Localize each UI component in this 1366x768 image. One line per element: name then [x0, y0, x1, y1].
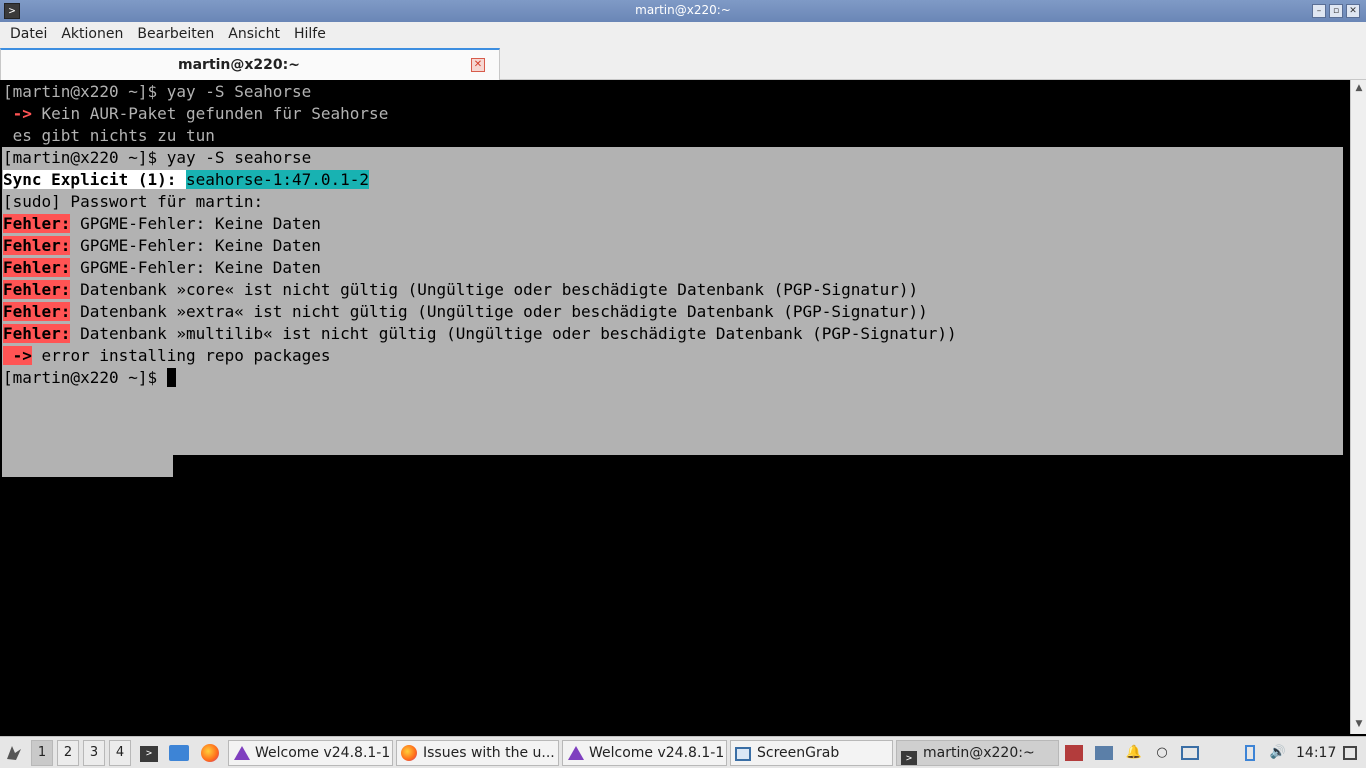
error-label: Fehler:	[3, 302, 71, 321]
terminal-line: Fehler: GPGME-Fehler: Keine Daten	[3, 214, 321, 233]
menu-bar: Datei Aktionen Bearbeiten Ansicht Hilfe	[0, 22, 1366, 46]
tab-close-icon[interactable]: ✕	[471, 58, 485, 72]
app-menu-icon[interactable]	[2, 740, 26, 766]
workspace-3[interactable]: 3	[83, 740, 105, 766]
terminal-launcher-icon[interactable]: >	[137, 740, 161, 766]
tab-terminal[interactable]: martin@x220:~ ✕	[0, 48, 500, 80]
error-label: Fehler:	[3, 258, 71, 277]
terminal-scrollbar[interactable]: ▲ ▼	[1350, 80, 1366, 734]
endeavouros-icon	[567, 745, 585, 761]
terminal-cursor	[166, 368, 176, 387]
network-icon[interactable]	[1094, 740, 1114, 766]
taskbar: 1 2 3 4 > Welcome v24.8.1-1 Issues with …	[0, 736, 1366, 768]
scroll-down-icon[interactable]: ▼	[1353, 718, 1365, 730]
menu-aktionen[interactable]: Aktionen	[54, 26, 130, 42]
workspace-2[interactable]: 2	[57, 740, 79, 766]
terminal-line: [martin@x220 ~]$ yay -S Seahorse	[3, 82, 312, 101]
terminal-line: [martin@x220 ~]$	[3, 367, 176, 389]
scroll-up-icon[interactable]: ▲	[1353, 82, 1365, 94]
menu-hilfe[interactable]: Hilfe	[287, 26, 333, 42]
error-label: Fehler:	[3, 214, 71, 233]
terminal-line: -> error installing repo packages	[3, 346, 331, 365]
firefox-launcher-icon[interactable]	[198, 740, 222, 766]
tab-label: martin@x220:~	[178, 57, 300, 73]
arrow-label: ->	[3, 346, 32, 365]
sync-explicit-label: Sync Explicit (1):	[3, 170, 177, 189]
task-welcome-2[interactable]: Welcome v24.8.1-1	[562, 740, 727, 766]
clock[interactable]: 14:17	[1296, 740, 1336, 766]
tab-bar: martin@x220:~ ✕	[0, 46, 1366, 80]
menu-ansicht[interactable]: Ansicht	[221, 26, 287, 42]
firewall-icon[interactable]	[1064, 740, 1084, 766]
show-desktop-icon[interactable]	[1340, 740, 1360, 766]
task-terminal[interactable]: > martin@x220:~	[896, 740, 1059, 766]
error-label: Fehler:	[3, 280, 71, 299]
minimize-icon[interactable]: –	[1312, 4, 1326, 18]
selection-highlight-tail	[2, 455, 173, 477]
terminal-line: Fehler: Datenbank »extra« ist nicht gült…	[3, 302, 928, 321]
terminal-line: Fehler: Datenbank »multilib« ist nicht g…	[3, 324, 957, 343]
notification-bell-icon[interactable]: 🔔	[1124, 740, 1144, 766]
task-firefox[interactable]: Issues with the u...	[396, 740, 559, 766]
package-name: seahorse-1:47.0.1-2	[186, 170, 370, 189]
task-welcome-1[interactable]: Welcome v24.8.1-1	[228, 740, 393, 766]
endeavouros-icon	[233, 745, 251, 761]
volume-icon[interactable]: 🔊	[1268, 740, 1288, 766]
file-manager-icon[interactable]	[167, 740, 191, 766]
terminal-icon: >	[901, 745, 919, 765]
terminal-line: Fehler: GPGME-Fehler: Keine Daten	[3, 258, 321, 277]
screengrab-icon	[735, 745, 753, 761]
task-screengrab[interactable]: ScreenGrab	[730, 740, 893, 766]
terminal-line: es gibt nichts zu tun	[3, 126, 215, 145]
terminal-line: Fehler: Datenbank »core« ist nicht gülti…	[3, 280, 919, 299]
menu-bearbeiten[interactable]: Bearbeiten	[130, 26, 221, 42]
firefox-icon	[401, 745, 419, 761]
terminal-output[interactable]: [martin@x220 ~]$ yay -S Seahorse -> Kein…	[1, 80, 1350, 734]
window-title: martin@x220:~	[635, 3, 731, 17]
terminal-line: [martin@x220 ~]$ yay -S seahorse	[3, 148, 312, 167]
menu-datei[interactable]: Datei	[3, 26, 54, 42]
status-dot-icon[interactable]: ○	[1152, 740, 1172, 766]
terminal-line: Sync Explicit (1): seahorse-1:47.0.1-2	[3, 169, 370, 191]
maximize-icon[interactable]: ▫	[1329, 4, 1343, 18]
close-icon[interactable]: ✕	[1346, 4, 1360, 18]
workspace-1[interactable]: 1	[31, 740, 53, 766]
error-label: Fehler:	[3, 324, 71, 343]
clipboard-icon[interactable]	[1240, 740, 1260, 766]
screengrab-tray-icon[interactable]	[1180, 740, 1200, 766]
window-titlebar[interactable]: > martin@x220:~ – ▫ ✕	[0, 0, 1366, 22]
terminal-line: Fehler: GPGME-Fehler: Keine Daten	[3, 236, 321, 255]
workspace-4[interactable]: 4	[109, 740, 131, 766]
error-label: Fehler:	[3, 236, 71, 255]
terminal-line: [sudo] Passwort für martin:	[3, 192, 264, 211]
terminal-line: -> Kein AUR-Paket gefunden für Seahorse	[3, 104, 389, 123]
